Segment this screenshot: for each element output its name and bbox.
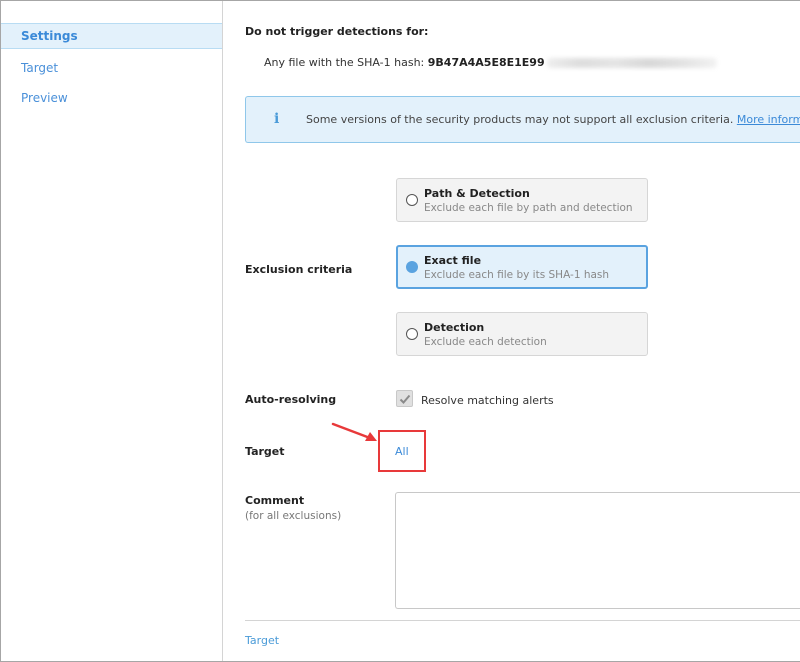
hash-line: Any file with the SHA-1 hash: 9B47A4A5E8… bbox=[264, 56, 717, 69]
option-description: Exclude each file by path and detection bbox=[424, 202, 633, 214]
option-path-detection[interactable]: Path & Detection Exclude each file by pa… bbox=[396, 178, 648, 222]
radio-unchecked-icon[interactable] bbox=[406, 194, 418, 206]
footer-target-link[interactable]: Target bbox=[245, 634, 279, 647]
exclusion-criteria-label: Exclusion criteria bbox=[245, 263, 353, 276]
section-heading: Do not trigger detections for: bbox=[245, 25, 429, 38]
info-text: Some versions of the security products m… bbox=[306, 113, 800, 126]
option-exact-file[interactable]: Exact file Exclude each file by its SHA-… bbox=[396, 245, 648, 289]
resolve-alerts-checkbox[interactable] bbox=[396, 390, 413, 407]
comment-input[interactable] bbox=[395, 492, 800, 609]
comment-sublabel: (for all exclusions) bbox=[245, 510, 342, 522]
radio-unchecked-icon[interactable] bbox=[406, 328, 418, 340]
divider bbox=[245, 620, 800, 621]
sidebar-item-settings[interactable]: Settings bbox=[1, 23, 222, 49]
target-label: Target bbox=[245, 445, 285, 458]
info-message: Some versions of the security products m… bbox=[306, 113, 734, 126]
sidebar: Settings Target Preview bbox=[1, 1, 223, 661]
option-title: Detection bbox=[424, 321, 485, 334]
option-detection[interactable]: Detection Exclude each detection bbox=[396, 312, 648, 356]
option-description: Exclude each file by its SHA-1 hash bbox=[424, 269, 610, 281]
info-banner: i Some versions of the security products… bbox=[245, 96, 800, 143]
sidebar-item-target[interactable]: Target bbox=[1, 55, 222, 81]
checkmark-icon bbox=[399, 394, 411, 404]
more-information-link[interactable]: More information bbox=[737, 113, 800, 126]
comment-label: Comment bbox=[245, 494, 305, 507]
option-title: Exact file bbox=[424, 254, 482, 267]
main-panel: Do not trigger detections for: Any file … bbox=[224, 1, 800, 661]
info-icon: i bbox=[274, 111, 280, 127]
radio-checked-icon[interactable] bbox=[406, 261, 418, 273]
annotation-arrow-icon bbox=[331, 422, 377, 441]
redacted-hash bbox=[546, 58, 717, 68]
option-title: Path & Detection bbox=[424, 187, 530, 200]
hash-value: 9B47A4A5E8E1E99 bbox=[427, 56, 545, 69]
target-all-link[interactable]: All bbox=[395, 445, 409, 458]
hash-prefix: Any file with the SHA-1 hash: bbox=[264, 56, 425, 69]
option-description: Exclude each detection bbox=[424, 336, 547, 348]
auto-resolving-label: Auto-resolving bbox=[245, 393, 337, 406]
sidebar-item-preview[interactable]: Preview bbox=[1, 85, 222, 111]
resolve-alerts-label: Resolve matching alerts bbox=[421, 394, 554, 407]
